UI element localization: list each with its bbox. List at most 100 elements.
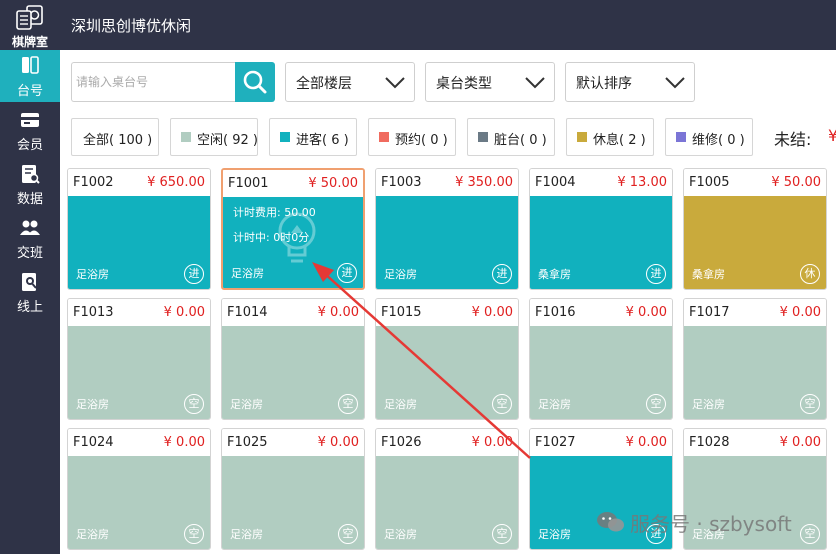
table-type-select-value: 桌台类型 — [436, 76, 492, 92]
status-badge: 空 — [338, 524, 358, 544]
table-card[interactable]: F1025 ¥ 0.00 足浴房 空 — [221, 428, 365, 550]
rest-swatch — [577, 132, 587, 142]
room-type: 桑拿房 — [538, 268, 571, 281]
room-type: 足浴房 — [76, 528, 109, 541]
status-badge: 空 — [184, 394, 204, 414]
table-number: F1024 — [73, 435, 114, 450]
table-number: F1026 — [381, 435, 422, 450]
filter-rest[interactable]: 休息( 2 ) — [566, 118, 654, 156]
unsettled-label: 未结: — [774, 130, 812, 149]
table-icon — [22, 56, 39, 74]
filter-label: 全部( 100 ) — [83, 133, 153, 148]
sidebar-item-online[interactable]: 线上 — [0, 266, 60, 318]
search-input[interactable] — [71, 62, 235, 102]
room-type: 足浴房 — [538, 528, 571, 541]
member-card-icon — [21, 113, 39, 127]
table-amount: ¥ 0.00 — [163, 435, 205, 450]
filter-label: 进客( 6 ) — [296, 133, 349, 148]
card-header: F1016 ¥ 0.00 — [530, 299, 672, 326]
table-number: F1017 — [689, 305, 730, 320]
table-card[interactable]: F1015 ¥ 0.00 足浴房 空 — [375, 298, 519, 420]
search-icon — [243, 70, 267, 94]
card-header: F1001 ¥ 50.00 — [223, 170, 363, 197]
card-status-area: 桑拿房 休 — [684, 196, 826, 289]
table-number: F1014 — [227, 305, 268, 320]
store-title: 深圳思创博优休闲 — [71, 17, 192, 35]
status-badge: 空 — [492, 524, 512, 544]
table-card[interactable]: F1004 ¥ 13.00 桑拿房 进 — [529, 168, 673, 290]
table-amount: ¥ 0.00 — [625, 435, 667, 450]
table-card[interactable]: F1003 ¥ 350.00 足浴房 进 — [375, 168, 519, 290]
status-badge: 空 — [492, 394, 512, 414]
filter-label: 休息( 2 ) — [593, 133, 646, 148]
table-card-selected[interactable]: F1001 ¥ 50.00 计时费用: 50.00 计时中: 0时0分 足浴房 … — [221, 168, 365, 290]
reserved-swatch — [379, 132, 389, 142]
card-status-area: 桑拿房 进 — [530, 196, 672, 289]
room-type: 足浴房 — [230, 528, 263, 541]
status-badge: 空 — [800, 394, 820, 414]
sidebar-item-handover[interactable]: 交班 — [0, 212, 60, 264]
table-number: F1015 — [381, 305, 422, 320]
table-card[interactable]: F1024 ¥ 0.00 足浴房 空 — [67, 428, 211, 550]
sidebar-item-tables[interactable]: 台号 — [0, 50, 60, 102]
filter-occupied[interactable]: 进客( 6 ) — [269, 118, 357, 156]
status-badge: 进 — [492, 264, 512, 284]
search-button[interactable] — [235, 62, 275, 102]
filter-label: 脏台( 0 ) — [494, 133, 547, 148]
table-card[interactable]: F1026 ¥ 0.00 足浴房 空 — [375, 428, 519, 550]
dirty-swatch — [478, 132, 488, 142]
room-type: 足浴房 — [692, 398, 725, 411]
sort-select-value: 默认排序 — [576, 76, 632, 92]
card-status-area: 足浴房 空 — [222, 326, 364, 419]
table-amount: ¥ 650.00 — [147, 175, 205, 190]
table-number: F1028 — [689, 435, 730, 450]
filter-idle[interactable]: 空闲( 92 ) — [170, 118, 258, 156]
top-header: 深圳思创博优休闲 — [60, 0, 836, 50]
handover-people-icon — [20, 220, 40, 235]
card-status-area: 足浴房 进 — [376, 196, 518, 289]
filter-repair[interactable]: 维修( 0 ) — [665, 118, 753, 156]
table-card[interactable]: F1016 ¥ 0.00 足浴房 空 — [529, 298, 673, 420]
watermark-text: 服务号 · szbysoft — [630, 512, 792, 536]
table-amount: ¥ 0.00 — [317, 305, 359, 320]
card-header: F1017 ¥ 0.00 — [684, 299, 826, 326]
occupied-swatch — [280, 132, 290, 142]
filter-label: 预约( 0 ) — [395, 133, 448, 148]
filter-dirty[interactable]: 脏台( 0 ) — [467, 118, 555, 156]
status-badge: 进 — [184, 264, 204, 284]
table-amount: ¥ 0.00 — [779, 305, 821, 320]
app-logo: 棋牌室 — [0, 0, 60, 50]
sidebar-item-label: 会员 — [16, 138, 43, 153]
table-number: F1005 — [689, 175, 730, 190]
table-amount: ¥ 0.00 — [471, 305, 513, 320]
card-header: F1025 ¥ 0.00 — [222, 429, 364, 456]
table-card[interactable]: F1013 ¥ 0.00 足浴房 空 — [67, 298, 211, 420]
card-status-area: 足浴房 空 — [68, 326, 210, 419]
table-card[interactable]: F1005 ¥ 50.00 桑拿房 休 — [683, 168, 827, 290]
logo-text: 棋牌室 — [11, 35, 48, 49]
wechat-icon — [597, 512, 624, 532]
sort-select[interactable]: 默认排序 — [565, 62, 695, 102]
table-card[interactable]: F1002 ¥ 650.00 足浴房 进 — [67, 168, 211, 290]
floor-select[interactable]: 全部楼层 — [285, 62, 415, 102]
table-amount: ¥ 0.00 — [625, 305, 667, 320]
room-type: 足浴房 — [384, 398, 417, 411]
table-card[interactable]: F1014 ¥ 0.00 足浴房 空 — [221, 298, 365, 420]
sidebar: 棋牌室 台号 会员 数据 交班 线上 — [0, 0, 60, 554]
card-header: F1028 ¥ 0.00 — [684, 429, 826, 456]
sidebar-item-label: 交班 — [16, 246, 43, 261]
table-card[interactable]: F1017 ¥ 0.00 足浴房 空 — [683, 298, 827, 420]
room-type: 桑拿房 — [692, 268, 725, 281]
table-amount: ¥ 0.00 — [163, 305, 205, 320]
sidebar-item-data[interactable]: 数据 — [0, 158, 60, 210]
table-number: F1025 — [227, 435, 268, 450]
table-amount: ¥ 50.00 — [308, 176, 358, 191]
filter-all[interactable]: 全部( 100 ) — [71, 118, 159, 156]
sidebar-item-members[interactable]: 会员 — [0, 104, 60, 156]
filter-reserved[interactable]: 预约( 0 ) — [368, 118, 456, 156]
card-header: F1027 ¥ 0.00 — [530, 429, 672, 456]
status-badge: 进 — [646, 264, 666, 284]
card-status-area: 足浴房 空 — [222, 456, 364, 549]
table-type-select[interactable]: 桌台类型 — [425, 62, 555, 102]
idle-swatch — [181, 132, 191, 142]
